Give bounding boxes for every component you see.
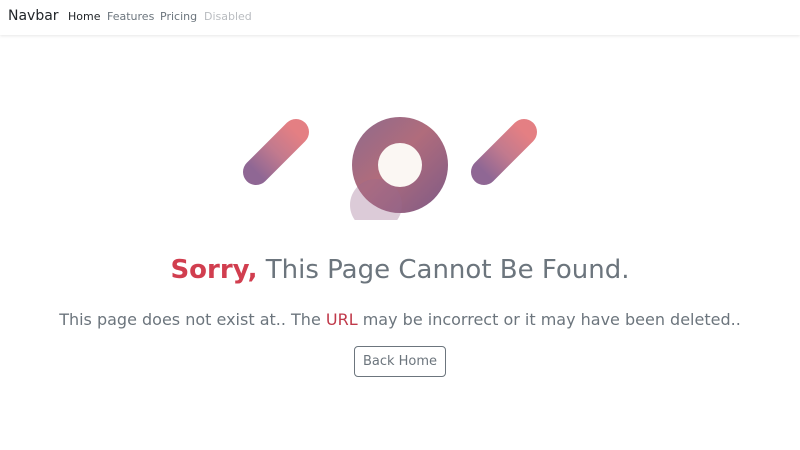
- nav-link-features[interactable]: Features: [107, 10, 154, 23]
- error-headline: Sorry, This Page Cannot Be Found.: [0, 255, 800, 285]
- nav-link-disabled: Disabled: [204, 10, 252, 23]
- nav-link-pricing[interactable]: Pricing: [160, 10, 197, 23]
- top-navbar: Navbar Home Features Pricing Disabled: [0, 0, 800, 35]
- navbar-brand[interactable]: Navbar: [8, 8, 59, 24]
- headline-accent: Sorry,: [170, 255, 258, 285]
- description-url-highlight: URL: [325, 310, 358, 329]
- error-404-graphic: [243, 117, 557, 220]
- headline-rest: This Page Cannot Be Found.: [257, 255, 630, 285]
- error-description: This page does not exist at.. The URL ma…: [0, 310, 800, 329]
- back-home-button[interactable]: Back Home: [354, 346, 446, 377]
- description-part-1: This page does not exist at.. The: [59, 310, 326, 329]
- digit-four-right: [471, 119, 557, 211]
- digit-four-left: [243, 119, 329, 211]
- digit-zero: [350, 117, 448, 220]
- nav-link-home[interactable]: Home: [68, 10, 100, 23]
- description-part-2: may be incorrect or it may have been del…: [357, 310, 741, 329]
